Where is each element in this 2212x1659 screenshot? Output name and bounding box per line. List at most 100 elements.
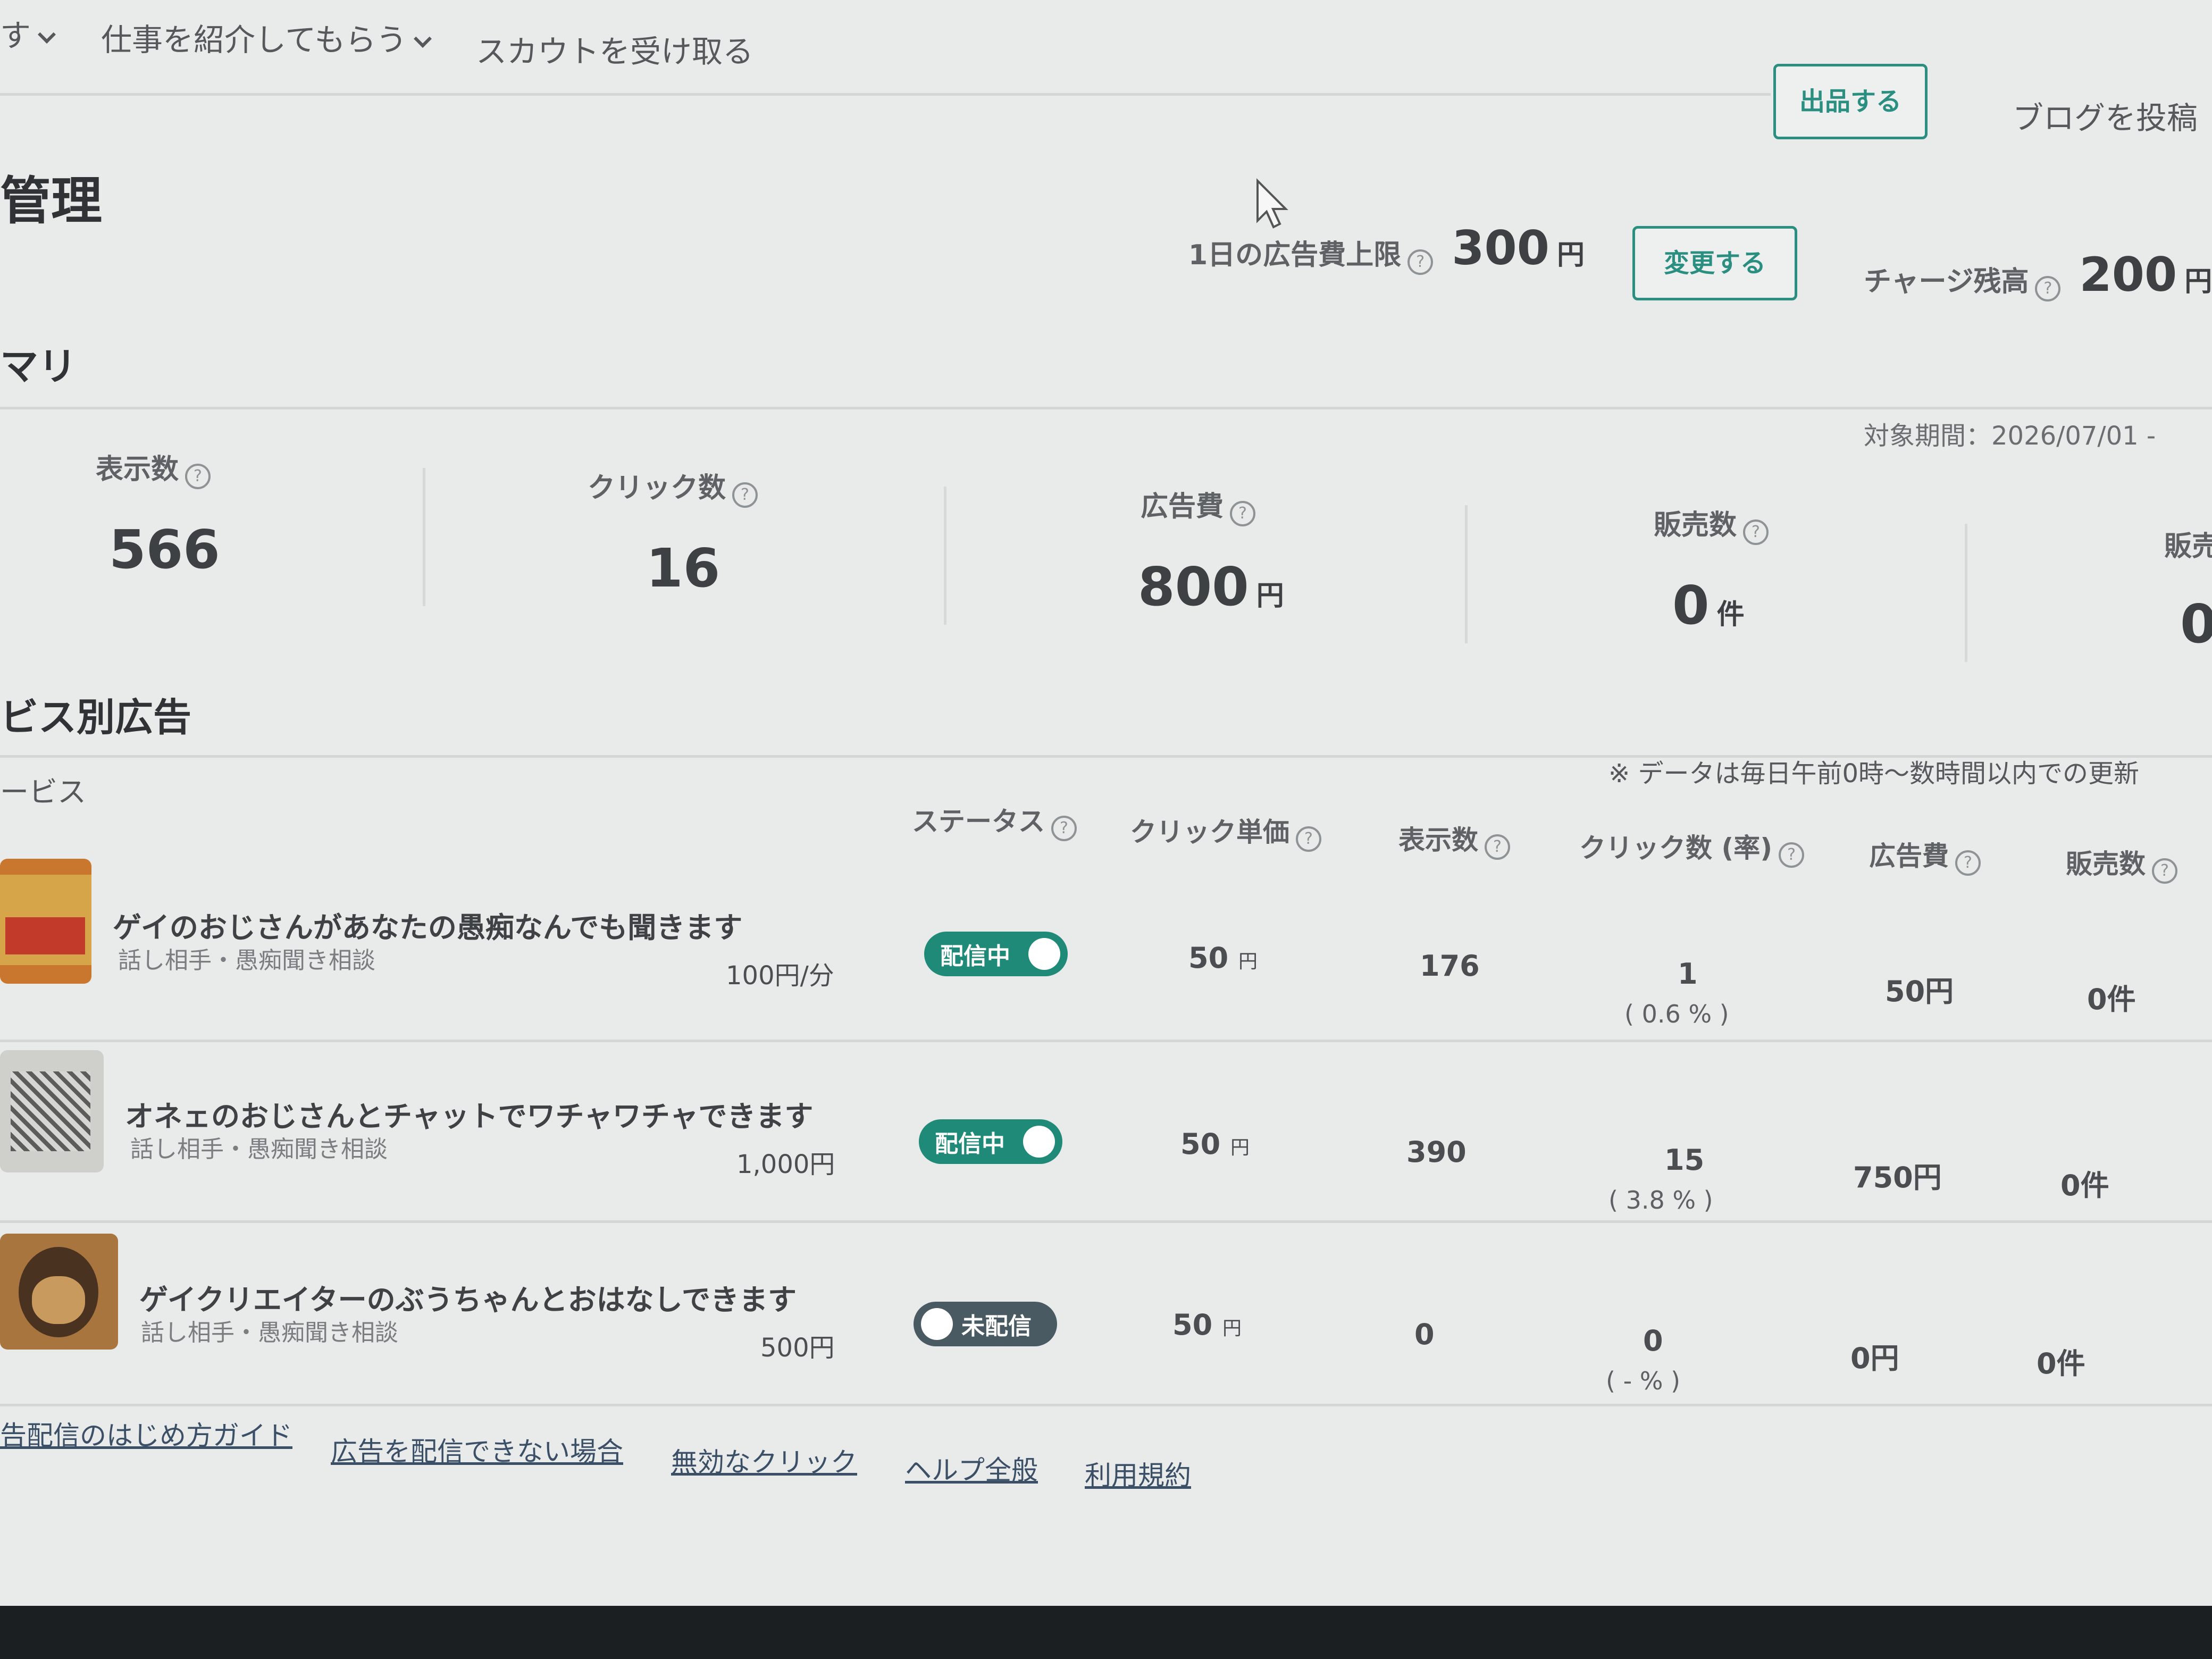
footer-link-help[interactable]: ヘルプ全般 [905,1449,1038,1487]
cpc-number: 50 [1188,941,1229,975]
column-cpc: クリック単価? [1130,811,1321,852]
help-icon[interactable]: ? [732,482,758,508]
nav-item-referral-label: 仕事を紹介してもらう [101,22,407,58]
balance-value: 200 [2079,247,2177,302]
impressions-value: 176 [1420,949,1480,983]
service-price: 100円/分 [726,961,834,991]
metric-label: 表示数 [96,454,179,485]
cpc-number: 50 [1180,1127,1221,1161]
service-title[interactable]: ゲイクリエイターのぶうちゃんとおはなしできます [139,1276,797,1318]
cpc-value: 50 円 [1180,1127,1250,1161]
impressions-value: 390 [1406,1135,1467,1169]
ad-cost-value: 0円 [1850,1342,1899,1375]
metric-unit: 円 [1256,580,1284,612]
clicks-value: 0 [1643,1324,1663,1358]
metric-sales: 販売数? 0件 [1654,502,1769,636]
metric-label: クリック数 [588,472,726,504]
chevron-down-icon [414,30,432,48]
nav-item-scout[interactable]: スカウトを受け取る [476,27,753,71]
help-icon[interactable]: ? [2035,275,2061,301]
status-label: 配信中 [935,1130,1005,1158]
cpc-unit: 円 [1238,951,1258,973]
service-price: 1,000円 [736,1150,835,1179]
metric-value: 0 [2180,593,2212,655]
ad-cost-value: 750円 [1853,1161,1942,1194]
sales-value: 0件 [2087,983,2136,1016]
service-category: 話し相手・愚痴聞き相談 [141,1319,398,1346]
impressions-value: 0 [1414,1318,1435,1351]
help-icon[interactable]: ? [1230,500,1256,526]
service-title[interactable]: ゲイのおじさんがあなたの愚痴なんでも聞きます [113,904,742,946]
metric-label: 販売数 [1654,509,1737,541]
help-icon[interactable]: ? [1296,826,1321,852]
metric-impressions: 表示数? 566 [96,447,220,581]
help-icon[interactable]: ? [1779,842,1805,868]
cpc-value: 50 円 [1172,1308,1242,1342]
metric-unit: 件 [1716,598,1745,631]
blog-button[interactable]: ブログを投稿 [2013,93,2198,138]
service-thumbnail[interactable] [0,859,91,984]
balance-label: チャージ残高 [1864,266,2029,298]
metric-label: 販売 [2164,531,2212,563]
sell-button[interactable]: 出品する [1773,64,1928,139]
column-cpc-label: クリック単価 [1130,817,1289,848]
help-icon[interactable]: ? [1743,519,1769,545]
page-title: 管理 [0,171,102,231]
help-icon[interactable]: ? [185,463,211,489]
column-clicks: クリック数 (率)? [1579,827,1805,868]
help-icon[interactable]: ? [1485,834,1510,860]
footer-link-terms[interactable]: 利用規約 [1085,1454,1191,1493]
screen-bezel [0,1606,2212,1659]
cpc-unit: 円 [1230,1137,1250,1159]
toggle-knob [1023,1126,1055,1158]
column-impressions-label: 表示数 [1398,825,1478,856]
daily-limit-unit: 円 [1556,239,1585,271]
help-icon[interactable]: ? [1051,815,1077,841]
clicks-value: 1 [1678,957,1698,991]
nav-item-0[interactable]: す [0,11,56,55]
metric-ad-cost: 広告費? 800 円 [1138,484,1284,618]
metric-value: 566 [109,518,220,581]
column-sales-label: 販売数 [2066,849,2146,879]
nav-item-0-label: す [0,18,31,54]
summary-period: 対象期間：2026/07/01 - [1864,421,2156,451]
cpc-value: 50 円 [1188,941,1258,975]
help-icon[interactable]: ? [1955,850,1981,876]
click-rate: ( 0.6 % ) [1624,1000,1729,1028]
charge-balance: チャージ残高? 200 円 [1864,247,2212,302]
column-impressions: 表示数? [1398,819,1510,860]
metric-value: 800 [1138,555,1249,618]
footer-link-guide[interactable]: 告配信のはじめ方ガイド [0,1414,292,1453]
service-thumbnail[interactable] [0,1050,104,1172]
sales-value: 0件 [2037,1347,2085,1380]
balance-unit: 円 [2184,266,2212,298]
metric-label: 広告費 [1141,491,1224,523]
update-note: ※ データは毎日午前0時〜数時間以内での更新 [1608,759,2140,789]
sales-value: 0件 [2060,1169,2109,1202]
footer-link-invalid-click[interactable]: 無効なクリック [671,1441,857,1479]
nav-item-referral[interactable]: 仕事を紹介してもらう [101,15,432,60]
change-limit-button[interactable]: 変更する [1632,226,1797,300]
metric-value: 0 [1672,574,1710,636]
ad-cost-value: 50円 [1885,975,1954,1008]
help-icon[interactable]: ? [1407,249,1434,275]
metric-sales-amount: 販売 0 [2164,524,2212,655]
status-toggle[interactable]: 配信中 [919,1119,1062,1164]
chevron-down-icon [38,26,56,44]
column-ad-cost-label: 広告費 [1869,841,1949,872]
click-rate: ( 3.8 % ) [1608,1186,1713,1214]
status-toggle[interactable]: 配信中 [924,932,1068,976]
footer-link-cannot-deliver[interactable]: 広告を配信できない場合 [331,1430,623,1469]
service-title[interactable]: オネェのおじさんとチャットでワチャワチャできます [125,1093,813,1135]
cpc-unit: 円 [1222,1318,1242,1339]
daily-limit-value: 300 [1452,221,1549,275]
service-category: 話し相手・愚痴聞き相談 [118,947,375,974]
help-icon[interactable]: ? [2152,858,2177,884]
column-status-label: ステータス [912,806,1045,837]
metric-clicks: クリック数? 16 [588,465,758,599]
toggle-knob [1028,938,1060,970]
status-toggle[interactable]: 未配信 [914,1302,1057,1346]
column-clicks-label: クリック数 (率) [1579,833,1773,864]
service-thumbnail[interactable] [0,1234,118,1350]
daily-limit-label: 1日の広告費上限 [1188,239,1402,271]
